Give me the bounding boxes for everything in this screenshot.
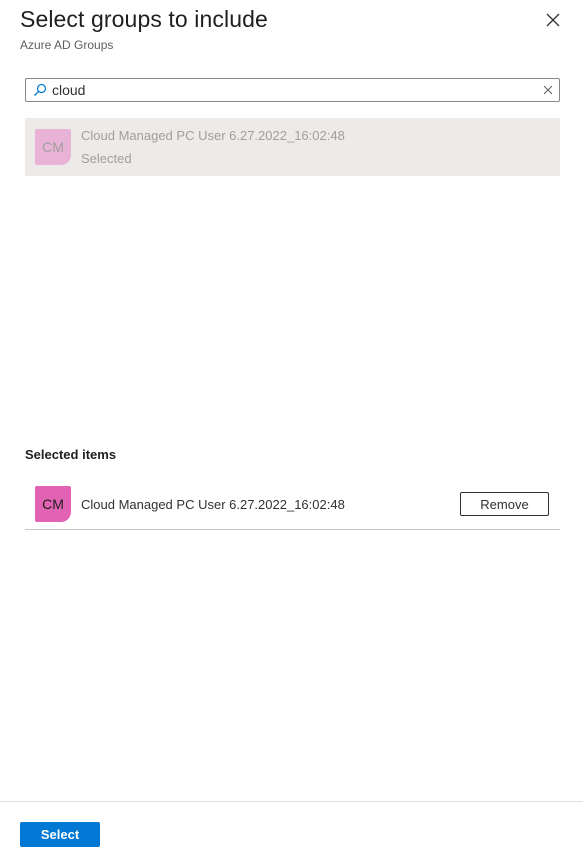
group-avatar: CM [35, 129, 71, 165]
close-icon [546, 13, 560, 27]
panel-subtitle: Azure AD Groups [20, 38, 114, 52]
remove-button[interactable]: Remove [460, 492, 549, 516]
result-item[interactable]: CM Cloud Managed PC User 6.27.2022_16:02… [25, 118, 560, 176]
clear-search-icon[interactable] [537, 79, 559, 101]
panel-footer: Select [0, 801, 583, 865]
panel-title: Select groups to include [20, 6, 268, 32]
search-icon [30, 79, 50, 101]
panel-header: Select groups to include Azure AD Groups [20, 6, 563, 52]
selected-item-name: Cloud Managed PC User 6.27.2022_16:02:48 [81, 497, 345, 512]
select-button[interactable]: Select [20, 822, 100, 847]
result-name: Cloud Managed PC User 6.27.2022_16:02:48 [81, 127, 345, 143]
search-results: CM Cloud Managed PC User 6.27.2022_16:02… [25, 118, 560, 176]
selected-items-list: CM Cloud Managed PC User 6.27.2022_16:02… [25, 480, 560, 530]
selected-item-row: CM Cloud Managed PC User 6.27.2022_16:02… [25, 480, 560, 530]
close-button[interactable] [541, 8, 565, 32]
group-avatar: CM [35, 485, 71, 522]
search-box[interactable] [25, 78, 560, 102]
selected-items-heading: Selected items [25, 447, 117, 462]
result-status: Selected [81, 150, 132, 166]
search-input[interactable] [50, 82, 537, 98]
